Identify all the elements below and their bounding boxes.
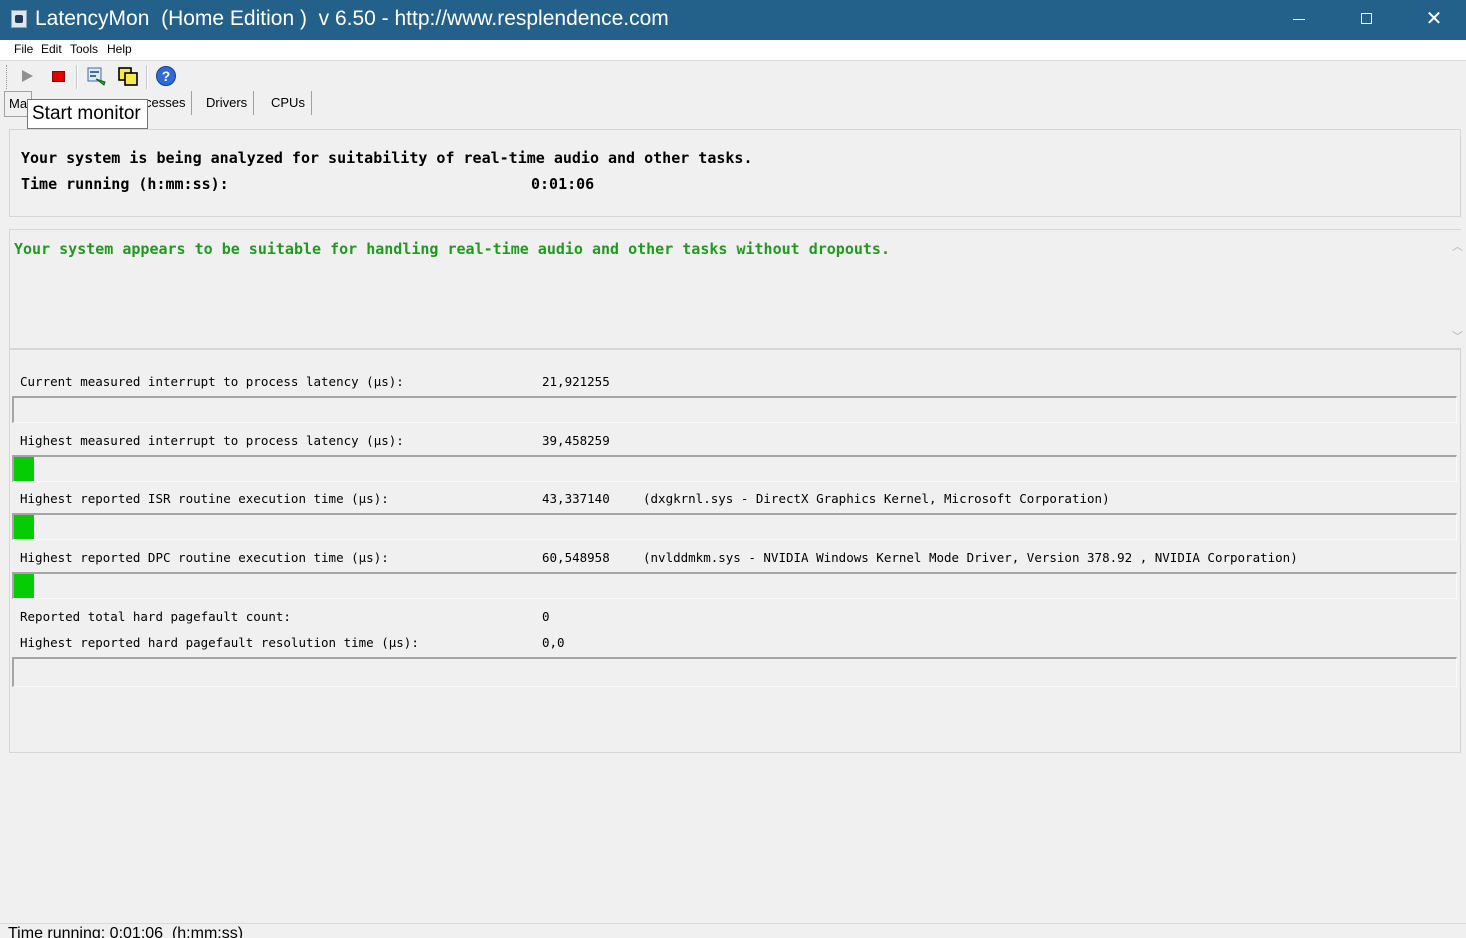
verdict-panel[interactable]: Your system appears to be suitable for h… <box>9 229 1463 349</box>
metric-detail: (dxgkrnl.sys - DirectX Graphics Kernel, … <box>643 491 1110 506</box>
pagefault-bar <box>12 657 1457 687</box>
metric-value: 60,548958 <box>542 550 610 565</box>
toolbar-separator <box>146 65 148 89</box>
stop-monitor-button[interactable] <box>46 64 70 88</box>
metric-value: 43,337140 <box>542 491 610 506</box>
minimize-icon <box>1293 18 1305 20</box>
scroll-up-icon[interactable]: ︿ <box>1452 238 1463 254</box>
latency-bar-fill <box>14 515 35 539</box>
time-running-label: Time running (h:mm:ss): <box>21 175 229 193</box>
toolbar-grip[interactable] <box>6 65 10 89</box>
latency-bar <box>12 396 1457 423</box>
time-running-value: 0:01:06 <box>531 175 595 193</box>
help-icon: ? <box>156 66 176 86</box>
tab-strip: Ma cesses Drivers CPUs <box>0 91 1466 117</box>
metric-label: Highest measured interrupt to process la… <box>20 433 404 448</box>
metric-label: Highest reported DPC routine execution t… <box>20 550 389 565</box>
menu-bar: File Edit Tools Help <box>0 40 1466 61</box>
metric-detail: (nvlddmkm.sys - NVIDIA Windows Kernel Mo… <box>643 550 1298 565</box>
play-icon <box>21 70 33 82</box>
app-icon <box>11 10 27 28</box>
metric-value: 21,921255 <box>542 374 610 389</box>
title-bar[interactable]: LatencyMon (Home Edition ) v 6.50 - http… <box>0 0 1466 40</box>
menu-file[interactable]: File <box>14 42 33 56</box>
report-icon <box>87 67 106 86</box>
analysis-status-text: Your system is being analyzed for suitab… <box>21 149 753 167</box>
stop-icon <box>51 70 65 82</box>
menu-edit[interactable]: Edit <box>41 42 62 56</box>
copy-icon <box>118 67 138 86</box>
close-icon: ✕ <box>1425 7 1443 30</box>
metric-label: Highest reported ISR routine execution t… <box>20 491 389 506</box>
metrics-panel: Current measured interrupt to process la… <box>9 349 1461 753</box>
start-monitor-button[interactable] <box>14 64 38 88</box>
close-button[interactable]: ✕ <box>1400 0 1466 40</box>
pagefault-time-label: Highest reported hard pagefault resoluti… <box>20 635 419 650</box>
pagefault-count-label: Reported total hard pagefault count: <box>20 609 291 624</box>
latency-bar <box>12 513 1457 540</box>
help-button[interactable]: ? <box>154 64 178 88</box>
toolbar-separator <box>76 65 78 89</box>
status-text: Time running: 0:01:06 (h:mm:ss) <box>8 925 244 938</box>
latency-bar-fill <box>14 457 35 481</box>
toolbar: ? <box>0 61 1466 91</box>
menu-help[interactable]: Help <box>107 42 132 56</box>
copy-button[interactable] <box>116 64 140 88</box>
analysis-panel: Your system is being analyzed for suitab… <box>9 129 1461 217</box>
maximize-icon <box>1360 12 1372 24</box>
latency-bar-fill <box>14 574 35 598</box>
latency-bar <box>12 572 1457 599</box>
start-monitor-tooltip: Start monitor <box>27 99 148 129</box>
pagefault-time-value: 0,0 <box>542 635 565 650</box>
menu-tools[interactable]: Tools <box>70 42 98 56</box>
window-title: LatencyMon (Home Edition ) v 6.50 - http… <box>35 7 669 30</box>
maximize-button[interactable] <box>1332 0 1400 40</box>
verdict-text: Your system appears to be suitable for h… <box>14 240 890 258</box>
pagefault-count-value: 0 <box>542 609 550 624</box>
scroll-down-icon[interactable]: ﹀ <box>1452 328 1463 344</box>
status-bar: Time running: 0:01:06 (h:mm:ss) <box>0 923 1466 938</box>
minimize-button[interactable] <box>1265 0 1333 40</box>
metric-label: Current measured interrupt to process la… <box>20 374 404 389</box>
tab-drivers[interactable]: Drivers <box>200 91 255 115</box>
latency-bar <box>12 455 1457 482</box>
main-panel: Your system is being analyzed for suitab… <box>0 117 1466 923</box>
metric-value: 39,458259 <box>542 433 610 448</box>
report-button[interactable] <box>84 64 108 88</box>
tab-cpus[interactable]: CPUs <box>265 91 312 115</box>
